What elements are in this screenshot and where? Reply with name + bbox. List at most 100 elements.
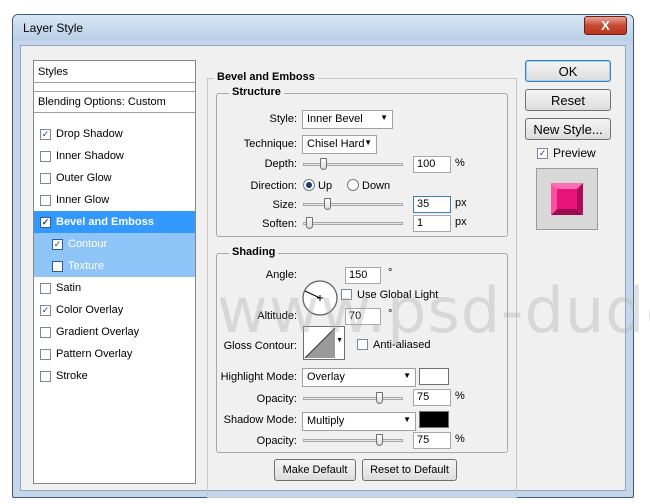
bevel-emboss-title: Bevel and Emboss (214, 71, 318, 83)
inner-glow-checkbox[interactable] (40, 194, 51, 206)
altitude-label: Altitude: (257, 310, 297, 322)
inner-shadow-checkbox[interactable] (40, 150, 51, 162)
style-dropdown[interactable]: Inner Bevel ▼ (302, 110, 393, 129)
style-item-satin[interactable]: Satin (34, 277, 195, 299)
shadow-opacity-slider[interactable] (303, 434, 403, 446)
highlight-opacity-slider[interactable] (303, 392, 403, 404)
highlight-opacity-unit: % (455, 390, 465, 402)
style-item-inner-glow[interactable]: Inner Glow (34, 189, 195, 211)
angle-dial[interactable] (301, 279, 339, 317)
bevel-emboss-checkbox[interactable]: ✓ (40, 216, 51, 228)
highlight-opacity-label: Opacity: (256, 393, 297, 405)
highlight-mode-dropdown[interactable]: Overlay ▼ (302, 368, 416, 387)
direction-label: Direction: (250, 180, 297, 192)
style-item-contour[interactable]: ✓ Contour (34, 233, 195, 255)
title-bar[interactable]: Layer Style X (13, 15, 633, 41)
blending-options-item[interactable]: Blending Options: Custom (34, 91, 195, 113)
highlight-opacity-slider-thumb[interactable] (376, 392, 383, 404)
contour-checkbox[interactable]: ✓ (52, 238, 63, 250)
chevron-down-icon: ▼ (336, 337, 343, 344)
altitude-unit: ° (388, 308, 393, 320)
reset-to-default-button[interactable]: Reset to Default (362, 459, 457, 481)
style-item-label: Texture (68, 260, 105, 272)
soften-label: Soften: (262, 218, 297, 230)
style-item-texture[interactable]: Texture (34, 255, 195, 277)
dropdown-arrow-icon: ▼ (403, 415, 411, 424)
depth-input[interactable]: 100 (413, 156, 451, 173)
style-item-label: Bevel and Emboss (56, 216, 154, 228)
style-item-label: Drop Shadow (56, 128, 123, 140)
shadow-mode-label: Shadow Mode: (223, 414, 297, 426)
gloss-contour-picker[interactable]: ▼ (303, 326, 345, 360)
shadow-mode-dropdown[interactable]: Multiply ▼ (302, 412, 416, 431)
layer-style-dialog: Layer Style X Styles Blending Options: C… (12, 14, 650, 498)
technique-value: Chisel Hard (307, 138, 365, 150)
angle-label: Angle: (265, 269, 297, 281)
structure-title: Structure (229, 86, 284, 98)
size-slider-thumb[interactable] (324, 198, 331, 210)
reset-button[interactable]: Reset (525, 89, 611, 111)
style-item-pattern-overlay[interactable]: Pattern Overlay (34, 343, 195, 365)
direction-up-radio[interactable] (303, 179, 315, 191)
style-item-label: Color Overlay (56, 304, 124, 316)
style-item-color-overlay[interactable]: ✓ Color Overlay (34, 299, 195, 321)
gloss-contour-label: Gloss Contour: (223, 340, 297, 352)
direction-down-label: Down (362, 180, 391, 192)
structure-group: Structure Style: Inner Bevel ▼ Technique… (216, 86, 508, 237)
highlight-color-swatch[interactable] (419, 368, 449, 385)
global-light-label: Use Global Light (357, 289, 439, 301)
depth-unit: % (455, 157, 465, 169)
preview-label: Preview (553, 146, 596, 160)
styles-header[interactable]: Styles (34, 61, 195, 83)
shadow-color-swatch[interactable] (419, 411, 449, 428)
highlight-opacity-input[interactable]: 75 (413, 389, 451, 406)
style-item-inner-shadow[interactable]: Inner Shadow (34, 145, 195, 167)
make-default-button[interactable]: Make Default (274, 459, 356, 481)
size-label: Size: (272, 199, 297, 211)
global-light-checkbox[interactable] (341, 289, 352, 300)
direction-down-radio[interactable] (347, 179, 359, 191)
preview-checkbox[interactable]: ✓ (537, 148, 548, 159)
altitude-input[interactable]: 70 (345, 308, 381, 325)
style-item-bevel-emboss[interactable]: ✓ Bevel and Emboss (34, 211, 195, 233)
direction-up-label: Up (318, 180, 333, 192)
style-item-outer-glow[interactable]: Outer Glow (34, 167, 195, 189)
depth-slider[interactable] (303, 158, 403, 170)
style-item-stroke[interactable]: Stroke (34, 365, 195, 387)
styles-list: Styles Blending Options: Custom ✓ Drop S… (33, 60, 196, 484)
shading-group: Shading Angle: 150 ° Use Global Light Al… (216, 246, 508, 453)
angle-unit: ° (388, 267, 393, 279)
stroke-checkbox[interactable] (40, 370, 51, 382)
satin-checkbox[interactable] (40, 282, 51, 294)
angle-input[interactable]: 150 (345, 267, 381, 284)
technique-dropdown[interactable]: Chisel Hard ▼ (302, 135, 377, 154)
drop-shadow-checkbox[interactable]: ✓ (40, 128, 51, 140)
color-overlay-checkbox[interactable]: ✓ (40, 304, 51, 316)
style-item-drop-shadow[interactable]: ✓ Drop Shadow (34, 123, 195, 145)
pattern-overlay-checkbox[interactable] (40, 348, 51, 360)
depth-slider-thumb[interactable] (320, 158, 327, 170)
style-item-label: Pattern Overlay (56, 348, 133, 360)
size-slider[interactable] (303, 198, 403, 210)
style-item-label: Gradient Overlay (56, 326, 140, 338)
shadow-opacity-unit: % (455, 433, 465, 445)
gradient-overlay-checkbox[interactable] (40, 326, 51, 338)
outer-glow-checkbox[interactable] (40, 172, 51, 184)
new-style-button[interactable]: New Style... (525, 118, 611, 140)
close-button[interactable]: X (584, 16, 627, 35)
shadow-opacity-slider-thumb[interactable] (376, 434, 383, 446)
depth-label: Depth: (264, 158, 297, 170)
anti-aliased-label: Anti-aliased (373, 339, 431, 351)
style-item-gradient-overlay[interactable]: Gradient Overlay (34, 321, 195, 343)
window-title: Layer Style (23, 21, 84, 35)
style-item-label: Stroke (56, 370, 88, 382)
shadow-opacity-input[interactable]: 75 (413, 432, 451, 449)
size-input[interactable]: 35 (413, 196, 451, 213)
soften-slider[interactable] (303, 217, 403, 229)
anti-aliased-checkbox[interactable] (357, 339, 368, 350)
soften-input[interactable]: 1 (413, 215, 451, 232)
soften-slider-thumb[interactable] (306, 217, 313, 229)
texture-checkbox[interactable] (52, 260, 63, 272)
style-item-label: Contour (68, 238, 108, 250)
ok-button[interactable]: OK (525, 60, 611, 82)
